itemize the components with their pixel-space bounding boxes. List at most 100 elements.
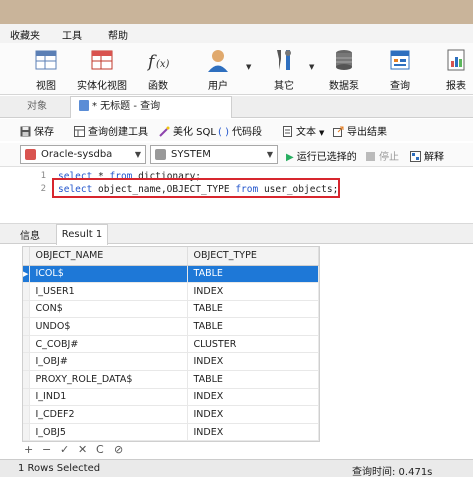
ribbon-query-label: 查询 — [390, 81, 410, 92]
result-grid[interactable]: OBJECT_NAME OBJECT_TYPE ▶ ICOL$ TABLE I_US… — [22, 246, 320, 442]
table-row[interactable]: CON$ TABLE — [23, 300, 319, 319]
column-header-object-type[interactable]: OBJECT_TYPE — [187, 247, 319, 266]
export-results-label: 导出结果 — [347, 127, 387, 138]
svg-text:(x): (x) — [156, 59, 170, 70]
ribbon-function-label: 函数 — [148, 81, 168, 92]
line-number: 2 — [40, 184, 46, 194]
apply-changes-icon[interactable]: ✓ — [60, 443, 69, 456]
table-cell[interactable]: TABLE — [187, 317, 319, 336]
code-snippet-button[interactable]: ( ) 代码段 — [218, 123, 262, 138]
table-row[interactable]: UNDO$ TABLE — [23, 317, 319, 336]
ribbon-function-button[interactable]: f (x) 函数 — [128, 47, 188, 92]
column-header-object-name[interactable]: OBJECT_NAME — [29, 247, 188, 266]
ribbon-report-label: 报表 — [446, 81, 466, 92]
menu-favorites[interactable]: 收藏夹 — [10, 27, 40, 42]
menu-tools[interactable]: 工具 — [62, 27, 82, 42]
export-results-button[interactable]: 导出结果 — [333, 123, 387, 138]
table-cell[interactable]: INDEX — [187, 388, 319, 407]
ribbon-toolbar: 视图 实体化视图 f (x) 函数 用户 ▼ 其它 ▼ 数据泵 查询 报表 — [0, 43, 473, 95]
ribbon-tools-button[interactable]: 其它 ▼ — [254, 47, 314, 92]
menu-bar: 收藏夹 工具 帮助 — [0, 24, 473, 43]
function-icon: f (x) — [146, 52, 170, 72]
tab-objects[interactable]: 对象 — [6, 97, 68, 117]
table-cell[interactable]: CLUSTER — [187, 335, 319, 354]
query-builder-icon — [74, 126, 85, 137]
table-cell[interactable]: TABLE — [187, 300, 319, 319]
line-number-gutter: 1 2 — [24, 170, 46, 196]
tab-query-label: * 无标题 - 查询 — [92, 101, 161, 112]
table-cell[interactable]: ICOL$ — [29, 265, 188, 284]
table-cell[interactable]: INDEX — [187, 423, 319, 441]
table-cell[interactable]: UNDO$ — [29, 317, 188, 336]
tab-result-1[interactable]: Result 1 — [56, 224, 108, 245]
table-row[interactable]: I_OBJ# INDEX — [23, 352, 319, 372]
table-row[interactable]: I_USER1 INDEX — [23, 282, 319, 301]
status-bar: 1 Rows Selected 查询时间: 0.471s — [0, 459, 473, 477]
table-row[interactable]: I_OBJ5 INDEX — [23, 423, 319, 441]
beautify-sql-button[interactable]: 美化 SQL — [159, 123, 216, 138]
save-icon — [20, 126, 31, 137]
result-tabs: 信息 Result 1 — [0, 223, 473, 245]
query-icon — [390, 50, 410, 70]
table-cell[interactable]: TABLE — [187, 370, 319, 389]
table-row[interactable]: I_IND1 INDEX — [23, 388, 319, 407]
ribbon-report-button[interactable]: 报表 — [426, 47, 473, 92]
ribbon-view-label: 视图 — [36, 81, 56, 92]
run-selected-button[interactable]: ▶ 运行已选择的 — [286, 148, 357, 163]
ribbon-materialized-view-button[interactable]: 实体化视图 — [72, 47, 132, 92]
explain-label: 解释 — [424, 152, 444, 163]
table-cell[interactable]: C_COBJ# — [29, 335, 188, 354]
schema-select[interactable]: SYSTEM ▼ — [150, 145, 278, 164]
table-cell[interactable]: I_OBJ5 — [29, 423, 188, 441]
explain-button[interactable]: 解释 — [410, 148, 444, 163]
ribbon-materialized-view-label: 实体化视图 — [77, 81, 127, 92]
refresh-icon[interactable]: C — [96, 443, 104, 456]
menu-help[interactable]: 帮助 — [108, 27, 128, 42]
table-cell[interactable]: INDEX — [187, 405, 319, 424]
table-row[interactable]: ▶ ICOL$ TABLE — [23, 265, 319, 284]
ribbon-data-pump-label: 数据泵 — [329, 81, 359, 92]
export-icon — [333, 126, 344, 137]
table-cell[interactable]: TABLE — [187, 265, 319, 284]
discard-changes-icon[interactable]: ✕ — [78, 443, 87, 456]
ribbon-query-button[interactable]: 查询 — [370, 47, 430, 92]
ribbon-view-button[interactable]: 视图 — [16, 47, 76, 92]
table-row[interactable]: PROXY_ROLE_DATA$ TABLE — [23, 370, 319, 389]
query-tab-icon — [79, 100, 89, 111]
table-cell[interactable]: INDEX — [187, 352, 319, 372]
add-record-icon[interactable]: + — [24, 443, 33, 456]
schema-name: SYSTEM — [171, 149, 211, 160]
ribbon-data-pump-button[interactable]: 数据泵 — [314, 47, 374, 92]
text-dropdown-arrow[interactable]: ▼ — [319, 129, 324, 137]
table-cell[interactable]: I_IND1 — [29, 388, 188, 407]
query-time-status: 查询时间: 0.471s — [352, 467, 433, 477]
data-pump-icon — [336, 50, 352, 70]
save-button[interactable]: 保存 — [20, 123, 54, 138]
ribbon-tools-label: 其它 — [274, 81, 294, 92]
text-label: 文本 — [296, 127, 316, 138]
table-cell[interactable]: INDEX — [187, 282, 319, 301]
title-bar — [0, 0, 473, 24]
table-row[interactable]: I_CDEF2 INDEX — [23, 405, 319, 424]
code-snippet-label: 代码段 — [231, 127, 262, 138]
beautify-sql-label: 美化 SQL — [173, 127, 216, 138]
user-dropdown-arrow[interactable]: ▼ — [246, 63, 251, 71]
table-cell[interactable]: I_USER1 — [29, 282, 188, 301]
text-button[interactable]: 文本 ▼ — [282, 123, 324, 138]
connection-select[interactable]: Oracle-sysdba ▼ — [20, 145, 146, 164]
table-row[interactable]: C_COBJ# CLUSTER — [23, 335, 319, 354]
line-number: 1 — [40, 171, 46, 181]
table-cell[interactable]: I_OBJ# — [29, 352, 188, 372]
query-builder-button[interactable]: 查询创建工具 — [74, 123, 148, 138]
stop-button[interactable]: 停止 — [366, 148, 399, 163]
table-cell[interactable]: I_CDEF2 — [29, 405, 188, 424]
table-cell[interactable]: PROXY_ROLE_DATA$ — [29, 370, 188, 389]
ribbon-user-button[interactable]: 用户 ▼ — [188, 47, 251, 92]
result-table: OBJECT_NAME OBJECT_TYPE ▶ ICOL$ TABLE I_US… — [23, 247, 319, 441]
stop-loading-icon[interactable]: ⊘ — [114, 443, 123, 456]
tab-info[interactable]: 信息 — [20, 227, 40, 242]
delete-record-icon[interactable]: − — [42, 443, 51, 456]
stop-icon — [366, 152, 375, 161]
table-cell[interactable]: CON$ — [29, 300, 188, 319]
tab-query[interactable]: * 无标题 - 查询 — [70, 96, 232, 118]
